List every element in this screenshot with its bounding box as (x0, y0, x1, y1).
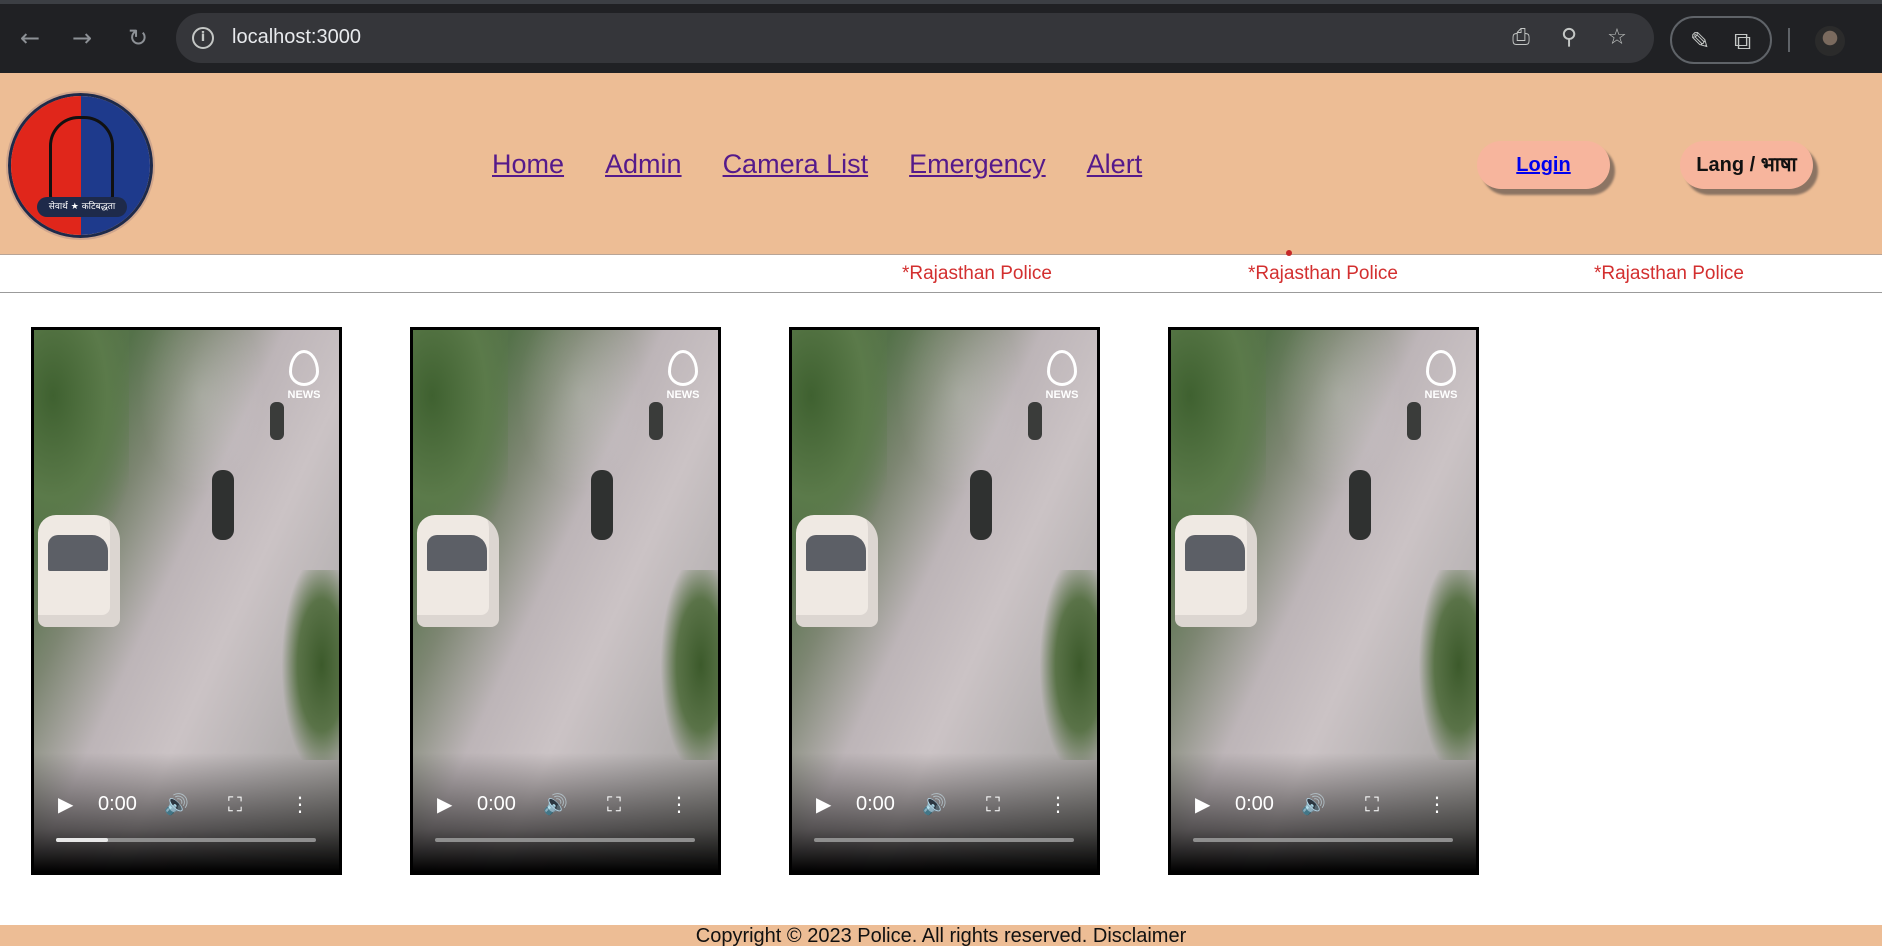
van-image (38, 515, 120, 627)
van-image (417, 515, 499, 627)
van-image (796, 515, 878, 627)
volume-icon[interactable]: 🔊 (543, 792, 568, 816)
volume-icon[interactable]: 🔊 (164, 792, 189, 816)
more-options-icon[interactable]: ⋮ (290, 792, 310, 816)
footer-copyright: Copyright © 2023 Police. All rights rese… (695, 925, 1187, 947)
video-time: 0:00 (856, 793, 895, 815)
video-time: 0:00 (1235, 793, 1274, 815)
toolbar-divider (1788, 28, 1790, 52)
eyedropper-icon[interactable]: ✎ (1690, 27, 1710, 55)
rajasthan-police-logo: सेवार्थ ★ कटिबद्धता (8, 93, 153, 238)
volume-icon[interactable]: 🔊 (922, 792, 947, 816)
site-header: सेवार्थ ★ कटिबद्धता Home Admin Camera Li… (0, 73, 1882, 255)
video-frame[interactable]: NEWS ▶ 0:00 🔊 ⛶ ⋮ (792, 330, 1097, 872)
video-controls: ▶ 0:00 🔊 ⛶ ⋮ (792, 772, 1097, 872)
browser-toolbar: ← → ↻ i localhost:3000 ⎙ ⚲ ☆ ✎ ⧉ (0, 0, 1882, 73)
extensions-group: ✎ ⧉ (1670, 16, 1772, 64)
video-time: 0:00 (98, 793, 137, 815)
star-icon[interactable]: ☆ (1604, 25, 1630, 51)
install-app-icon[interactable]: ⎙ (1508, 25, 1534, 51)
zoom-icon[interactable]: ⚲ (1556, 25, 1582, 51)
video-player[interactable]: NEWS ▶ 0:00 🔊 ⛶ ⋮ (1168, 327, 1479, 875)
news-watermark: NEWS (281, 350, 327, 401)
news-watermark: NEWS (1039, 350, 1085, 401)
drop-logo-icon (289, 350, 319, 386)
address-bar[interactable]: i localhost:3000 ⎙ ⚲ ☆ (176, 13, 1654, 63)
news-ticker: *Rajasthan Police *Rajasthan Police *Raj… (0, 250, 1882, 293)
info-icon[interactable]: i (192, 27, 214, 49)
nav-home[interactable]: Home (492, 149, 564, 180)
fullscreen-icon[interactable]: ⛶ (986, 792, 1000, 816)
play-icon[interactable]: ▶ (816, 792, 831, 816)
video-progress-bar[interactable] (56, 838, 316, 842)
more-options-icon[interactable]: ⋮ (669, 792, 689, 816)
forward-icon[interactable]: → (68, 24, 96, 52)
login-button[interactable]: Login (1477, 141, 1610, 189)
url-text[interactable]: localhost:3000 (232, 26, 361, 49)
puzzle-icon[interactable]: ⧉ (1734, 27, 1751, 55)
news-watermark: NEWS (1418, 350, 1464, 401)
logo-banner: सेवार्थ ★ कटिबद्धता (37, 197, 127, 217)
ticker-dot (1286, 250, 1292, 256)
video-controls: ▶ 0:00 🔊 ⛶ ⋮ (1171, 772, 1476, 872)
emblem-icon (49, 116, 114, 204)
nav-camera-list[interactable]: Camera List (723, 149, 869, 180)
video-player[interactable]: NEWS ▶ 0:00 🔊 ⛶ ⋮ (31, 327, 342, 875)
drop-logo-icon (1426, 350, 1456, 386)
profile-avatar[interactable] (1815, 26, 1845, 56)
news-watermark: NEWS (660, 350, 706, 401)
video-frame[interactable]: NEWS ▶ 0:00 🔊 ⛶ ⋮ (1171, 330, 1476, 872)
more-options-icon[interactable]: ⋮ (1427, 792, 1447, 816)
video-frame[interactable]: NEWS ▶ 0:00 🔊 ⛶ ⋮ (34, 330, 339, 872)
video-controls: ▶ 0:00 🔊 ⛶ ⋮ (413, 772, 718, 872)
ticker-item: *Rajasthan Police (1248, 263, 1398, 284)
reload-icon[interactable]: ↻ (124, 24, 152, 52)
nav-emergency[interactable]: Emergency (909, 149, 1046, 180)
main-nav: Home Admin Camera List Emergency Alert (492, 149, 1142, 180)
ticker-item: *Rajasthan Police (902, 263, 1052, 284)
van-image (1175, 515, 1257, 627)
video-player[interactable]: NEWS ▶ 0:00 🔊 ⛶ ⋮ (410, 327, 721, 875)
nav-alert[interactable]: Alert (1087, 149, 1143, 180)
back-icon[interactable]: ← (16, 24, 44, 52)
fullscreen-icon[interactable]: ⛶ (228, 792, 242, 816)
drop-logo-icon (1047, 350, 1077, 386)
language-button[interactable]: Lang / भाषा (1680, 141, 1813, 189)
video-progress-bar[interactable] (435, 838, 695, 842)
login-link[interactable]: Login (1516, 154, 1570, 176)
play-icon[interactable]: ▶ (1195, 792, 1210, 816)
video-frame[interactable]: NEWS ▶ 0:00 🔊 ⛶ ⋮ (413, 330, 718, 872)
fullscreen-icon[interactable]: ⛶ (1365, 792, 1379, 816)
volume-icon[interactable]: 🔊 (1301, 792, 1326, 816)
fullscreen-icon[interactable]: ⛶ (607, 792, 621, 816)
video-player[interactable]: NEWS ▶ 0:00 🔊 ⛶ ⋮ (789, 327, 1100, 875)
video-progress-bar[interactable] (1193, 838, 1453, 842)
ticker-item: *Rajasthan Police (1594, 263, 1744, 284)
site-footer: Copyright © 2023 Police. All rights rese… (0, 925, 1882, 947)
nav-admin[interactable]: Admin (605, 149, 682, 180)
play-icon[interactable]: ▶ (437, 792, 452, 816)
video-controls: ▶ 0:00 🔊 ⛶ ⋮ (34, 772, 339, 872)
play-icon[interactable]: ▶ (58, 792, 73, 816)
video-time: 0:00 (477, 793, 516, 815)
drop-logo-icon (668, 350, 698, 386)
more-options-icon[interactable]: ⋮ (1048, 792, 1068, 816)
video-progress-bar[interactable] (814, 838, 1074, 842)
